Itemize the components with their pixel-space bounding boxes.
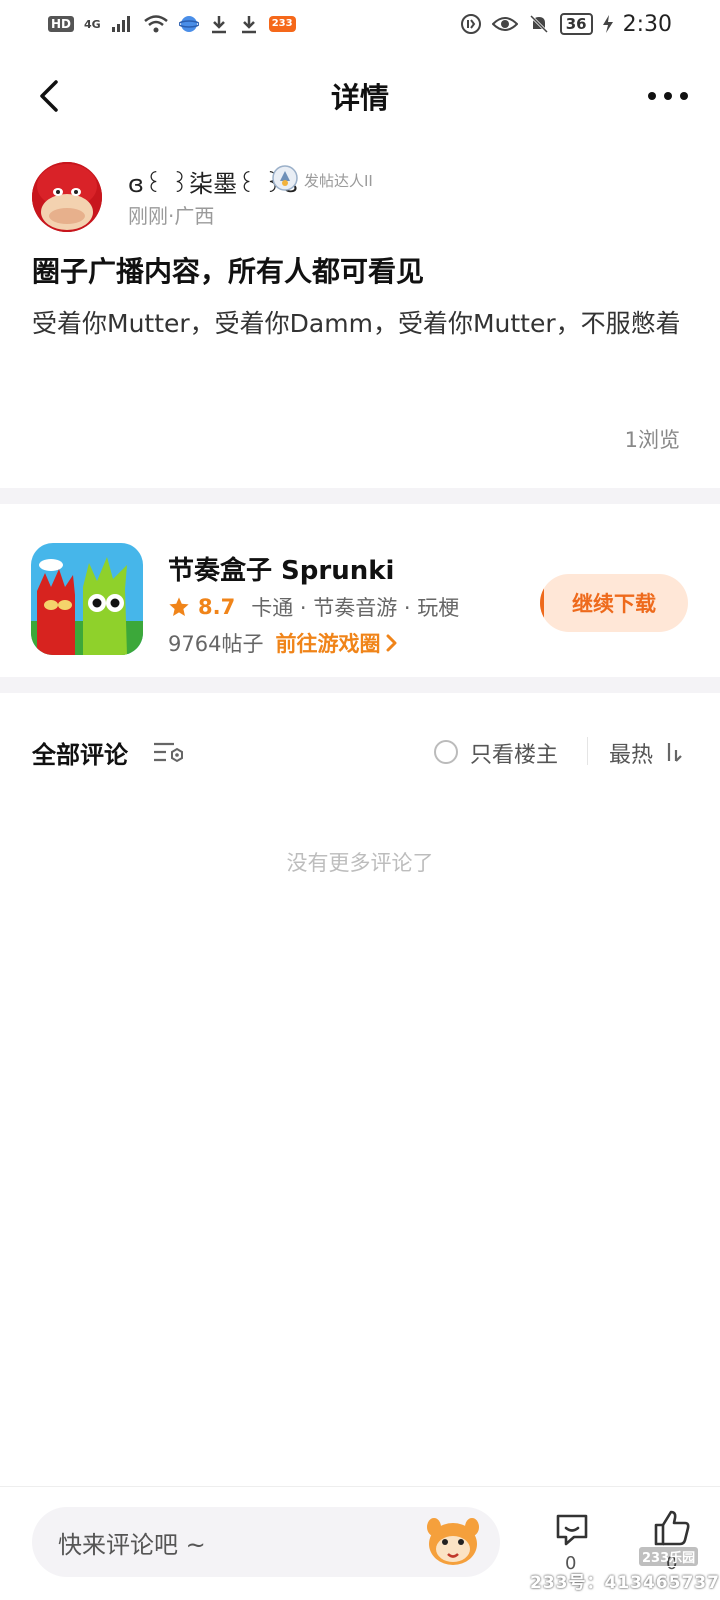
view-count: 1浏览 <box>624 428 680 452</box>
avatar-image <box>32 162 102 232</box>
nav-header: 详情 <box>0 58 720 134</box>
game-name[interactable]: 节奏盒子 Sprunki <box>168 550 394 587</box>
comment-icon[interactable] <box>552 1510 592 1550</box>
signal-icon <box>111 16 130 32</box>
game-icon[interactable] <box>31 543 143 655</box>
page-title: 详情 <box>330 81 389 115</box>
post-title: 圈子广播内容，所有人都可看见 <box>32 255 425 288</box>
more-icon[interactable] <box>646 78 690 114</box>
filter-icon[interactable] <box>152 740 184 766</box>
network-type: 4G <box>84 17 101 31</box>
post-body: 受着你Mutter，受着你Damm，受着你Mutter，不服憋着 <box>32 309 681 338</box>
continue-download-button[interactable]: 继续下载 <box>540 574 688 632</box>
game-tags: 卡通 · 节奏音游 · 玩梗 <box>251 596 460 620</box>
owner-only-radio[interactable] <box>434 740 458 764</box>
badge-icon <box>272 165 298 191</box>
browser-icon <box>178 16 199 32</box>
game-circle-link-label: 前往游戏圈 <box>275 632 381 656</box>
sort-icon[interactable] <box>664 740 688 764</box>
app-233-icon: 233 <box>268 16 296 32</box>
status-bar: HD 4G 233 36 2:30 <box>0 0 720 48</box>
status-left: HD 4G 233 <box>48 14 296 34</box>
mascot-icon[interactable] <box>424 1513 482 1571</box>
hd-indicator: HD <box>48 16 75 32</box>
download-icon <box>211 16 226 34</box>
nfc-icon <box>460 14 481 34</box>
star-icon <box>169 597 189 616</box>
section-divider <box>0 677 720 693</box>
comment-input-placeholder: 快来评论吧 ~ <box>58 1530 206 1559</box>
author-avatar[interactable] <box>32 162 102 232</box>
game-posts-row: 9764帖子 前往游戏圈 <box>168 628 400 658</box>
comments-title: 全部评论 <box>32 741 128 769</box>
game-rating: 8.7 <box>198 595 236 619</box>
game-post-count: 9764帖子 <box>168 632 264 656</box>
eye-icon <box>491 17 518 31</box>
clock: 2:30 <box>622 11 672 37</box>
chevron-right-icon <box>386 634 397 652</box>
owner-only-label[interactable]: 只看楼主 <box>470 737 558 769</box>
thumbs-up-icon[interactable] <box>652 1508 692 1548</box>
game-artwork <box>31 543 143 655</box>
download-icon <box>241 16 256 34</box>
post-meta: 刚刚·广西 <box>128 204 215 228</box>
wifi-icon <box>143 15 168 33</box>
separator <box>587 737 588 765</box>
status-right: 36 2:30 <box>460 12 672 37</box>
charging-icon <box>602 15 613 33</box>
battery-level: 36 <box>559 13 593 35</box>
badge-label: 发帖达人II <box>304 172 373 190</box>
mute-bell-icon <box>529 14 548 34</box>
no-more-comments: 没有更多评论了 <box>286 851 434 875</box>
bottom-divider <box>0 1486 720 1487</box>
watermark-logo: 233乐园 <box>638 1546 700 1567</box>
sort-label[interactable]: 最热 <box>609 737 653 769</box>
game-rating-row: 8.7 卡通 · 节奏音游 · 玩梗 <box>168 592 459 622</box>
back-arrow-icon[interactable] <box>30 76 70 116</box>
section-divider <box>0 488 720 504</box>
game-circle-link[interactable]: 前往游戏圈 <box>275 628 400 658</box>
watermark: 233号：413465737 <box>530 1573 720 1593</box>
